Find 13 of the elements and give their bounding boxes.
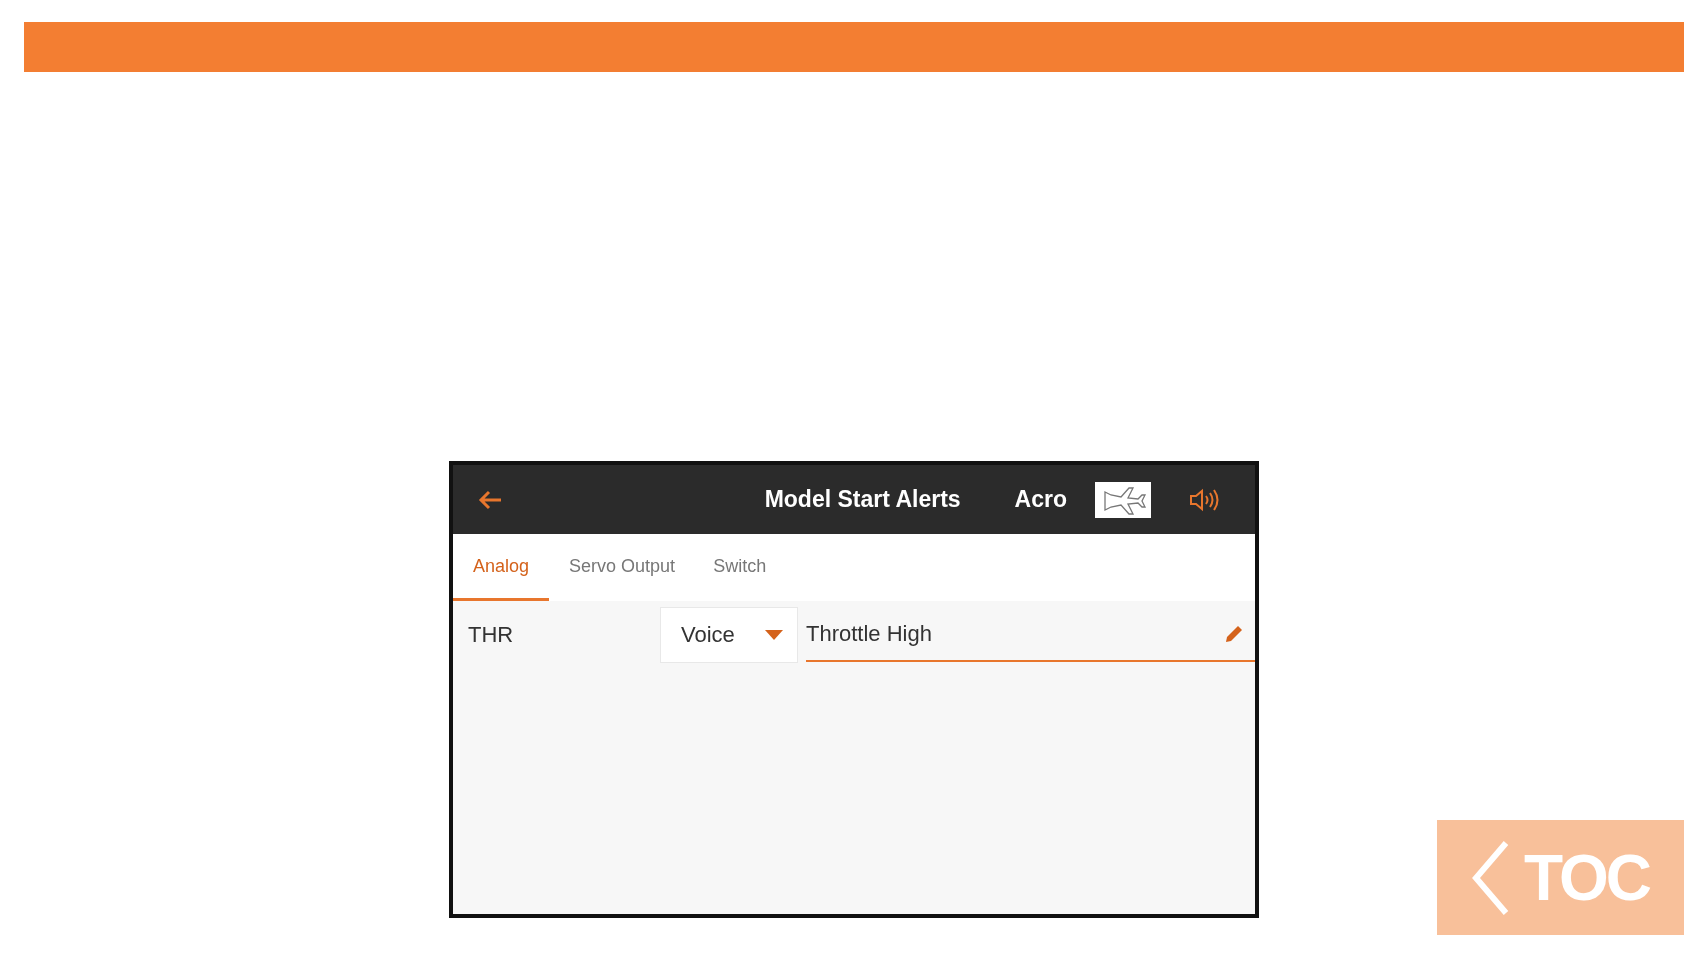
chevron-left-icon	[1472, 840, 1511, 915]
back-button[interactable]	[477, 488, 503, 511]
alert-text-field[interactable]: Throttle High	[806, 607, 1255, 662]
channel-label: THR	[467, 621, 515, 648]
tab[interactable]: Switch	[695, 534, 785, 601]
tab[interactable]: Analog	[453, 534, 550, 601]
caret-icon	[765, 629, 783, 640]
speaker-button[interactable]	[1189, 487, 1219, 512]
tab[interactable]: Servo Output	[551, 534, 694, 601]
alert-type-dropdown[interactable]: Voice	[660, 606, 798, 663]
model-type: Acro	[1014, 486, 1067, 513]
airplane-icon	[1095, 481, 1151, 518]
screen-title: Model Start Alerts	[764, 486, 961, 513]
